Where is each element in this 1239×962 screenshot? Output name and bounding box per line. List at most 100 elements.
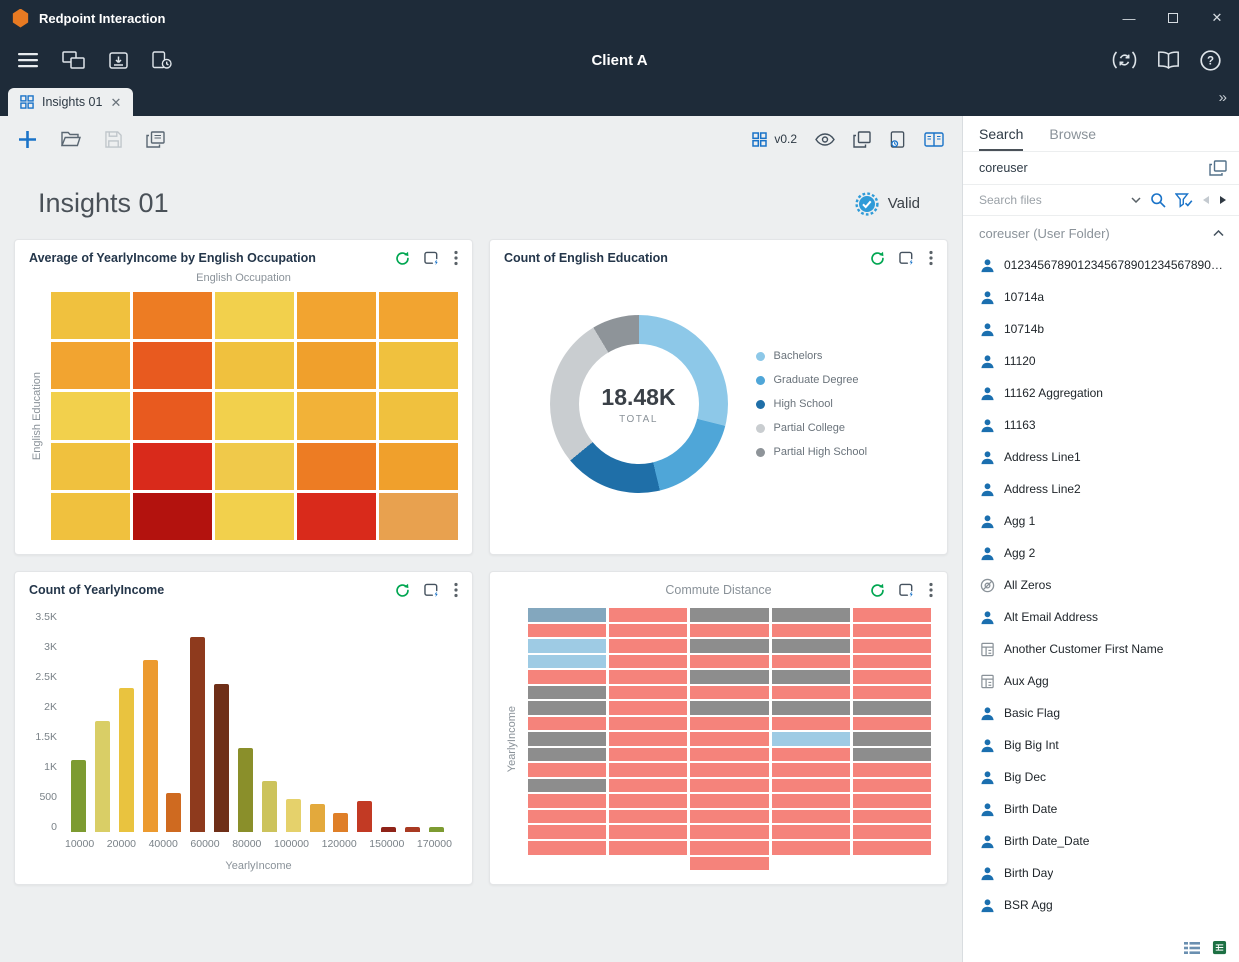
mosaic-cell[interactable] — [528, 701, 606, 715]
filter-icon[interactable] — [1175, 193, 1193, 208]
legend-item[interactable]: Bachelors — [756, 350, 888, 362]
mosaic-cell[interactable] — [609, 624, 687, 638]
heatmap-cell[interactable] — [133, 292, 212, 339]
scheduled-documents-icon[interactable] — [152, 51, 172, 69]
save-icon[interactable] — [105, 131, 122, 148]
heatmap-cell[interactable] — [297, 493, 376, 540]
mosaic-cell[interactable] — [690, 686, 768, 700]
mosaic-cell[interactable] — [528, 748, 606, 762]
bar[interactable] — [190, 637, 205, 832]
heatmap-cell[interactable] — [133, 342, 212, 389]
bar[interactable] — [333, 813, 348, 832]
mosaic-cell[interactable] — [853, 732, 931, 746]
mosaic-cell[interactable] — [690, 639, 768, 653]
legend-item[interactable]: High School — [756, 398, 888, 410]
heatmap-cell[interactable] — [379, 493, 458, 540]
mosaic-cell[interactable] — [609, 655, 687, 669]
heatmap-cell[interactable] — [215, 493, 294, 540]
heatmap-cell[interactable] — [51, 443, 130, 490]
minimize-button[interactable]: — — [1107, 0, 1151, 36]
mosaic-cell[interactable] — [528, 639, 606, 653]
refresh-icon[interactable] — [870, 251, 885, 266]
mosaic-cell[interactable] — [690, 794, 768, 808]
mosaic-cell[interactable] — [609, 825, 687, 839]
bar[interactable] — [357, 801, 372, 832]
list-item[interactable]: Birth Day — [969, 857, 1239, 889]
heatmap-cell[interactable] — [379, 342, 458, 389]
mosaic-cell[interactable] — [853, 748, 931, 762]
heatmap-cell[interactable] — [215, 342, 294, 389]
mosaic-cell[interactable] — [772, 655, 850, 669]
mosaic-cell[interactable] — [690, 624, 768, 638]
list-item[interactable]: Address Line2 — [969, 473, 1239, 505]
heatmap-cell[interactable] — [297, 443, 376, 490]
legend-item[interactable]: Partial High School — [756, 446, 888, 458]
collapse-chevron-icon[interactable] — [1213, 230, 1224, 237]
help-icon[interactable]: ? — [1200, 50, 1221, 71]
mosaic-cell[interactable] — [528, 763, 606, 777]
list-item[interactable]: Another Customer First Name — [969, 633, 1239, 665]
card-menu-icon[interactable] — [929, 250, 933, 266]
mosaic-cell[interactable] — [690, 655, 768, 669]
chevron-down-icon[interactable] — [1131, 197, 1141, 203]
mosaic-cell[interactable] — [690, 841, 768, 855]
auto-update-icon[interactable] — [424, 583, 440, 598]
mosaic-cell[interactable] — [609, 794, 687, 808]
auto-update-icon[interactable] — [899, 251, 915, 266]
heatmap-cell[interactable] — [379, 443, 458, 490]
list-item[interactable]: 11120 — [969, 345, 1239, 377]
list-item[interactable]: Birth Date — [969, 793, 1239, 825]
next-page-icon[interactable] — [1219, 195, 1227, 205]
folder-path-input[interactable] — [979, 161, 1209, 175]
mosaic-cell[interactable] — [690, 779, 768, 793]
mosaic-cell[interactable] — [609, 810, 687, 824]
mosaic-cell[interactable] — [690, 717, 768, 731]
heatmap-cell[interactable] — [133, 443, 212, 490]
card-menu-icon[interactable] — [454, 250, 458, 266]
legend-item[interactable]: Graduate Degree — [756, 374, 888, 386]
report-book-icon[interactable] — [924, 132, 944, 147]
mosaic-cell[interactable] — [853, 686, 931, 700]
mosaic-cell[interactable] — [853, 841, 931, 855]
mosaic-cell[interactable] — [853, 825, 931, 839]
mosaic-cell[interactable] — [772, 825, 850, 839]
mosaic-cell[interactable] — [690, 748, 768, 762]
mosaic-cell[interactable] — [853, 717, 931, 731]
list-item[interactable]: 10714b — [969, 313, 1239, 345]
interactions-icon[interactable] — [62, 51, 85, 69]
mosaic-cell[interactable] — [690, 825, 768, 839]
mosaic-cell[interactable] — [609, 763, 687, 777]
refresh-icon[interactable] — [395, 583, 410, 598]
list-item[interactable]: BSR Agg — [969, 889, 1239, 921]
mosaic-cell[interactable] — [690, 732, 768, 746]
documentation-book-icon[interactable] — [1157, 51, 1180, 69]
hamburger-menu-icon[interactable] — [18, 52, 38, 68]
mosaic-cell[interactable] — [690, 810, 768, 824]
mosaic-cell[interactable] — [772, 686, 850, 700]
mosaic-cell[interactable] — [690, 670, 768, 684]
tab-insights-01[interactable]: Insights 01 ✕ — [8, 88, 133, 116]
mosaic-cell[interactable] — [853, 655, 931, 669]
heatmap-cell[interactable] — [215, 292, 294, 339]
mosaic-cell[interactable] — [528, 655, 606, 669]
mosaic-cell[interactable] — [528, 624, 606, 638]
mosaic-cell[interactable] — [772, 701, 850, 715]
heatmap-cell[interactable] — [51, 493, 130, 540]
tab-close-icon[interactable]: ✕ — [110, 96, 121, 109]
heatmap-cell[interactable] — [133, 392, 212, 439]
auto-update-icon[interactable] — [899, 583, 915, 598]
list-item[interactable]: 10714a — [969, 281, 1239, 313]
mosaic-cell[interactable] — [609, 686, 687, 700]
mosaic-cell[interactable] — [853, 639, 931, 653]
list-view-icon[interactable] — [1184, 941, 1200, 955]
mosaic-cell[interactable] — [609, 748, 687, 762]
mosaic-cell[interactable] — [853, 794, 931, 808]
list-item[interactable]: Big Big Int — [969, 729, 1239, 761]
schedule-doc-icon[interactable] — [889, 131, 906, 148]
open-folder-icon[interactable] — [61, 131, 81, 147]
mosaic-cell[interactable] — [772, 779, 850, 793]
heatmap-cell[interactable] — [297, 392, 376, 439]
list-item[interactable]: Agg 1 — [969, 505, 1239, 537]
mosaic-cell[interactable] — [528, 825, 606, 839]
mosaic-cell[interactable] — [853, 701, 931, 715]
